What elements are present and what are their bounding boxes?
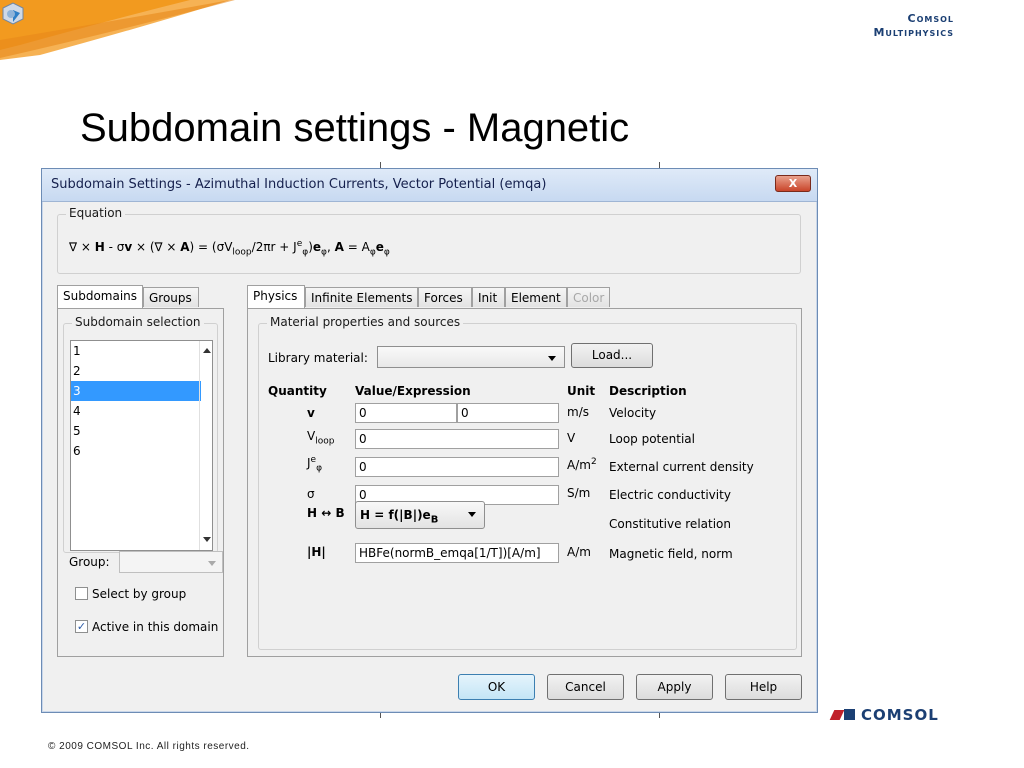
header-description: Description xyxy=(609,384,687,398)
slide-header-band: Comsol Multiphysics xyxy=(0,0,1024,60)
tab-forces[interactable]: Forces xyxy=(418,287,472,307)
desc-velocity: Velocity xyxy=(609,406,657,420)
equation-text: ∇ × H - σv × (∇ × A) = (σVloop/2πr + Jeφ… xyxy=(69,239,390,258)
tab-init[interactable]: Init xyxy=(472,287,505,307)
chevron-down-icon xyxy=(548,356,556,361)
header-swoosh-graphic xyxy=(0,0,235,60)
physics-panel: Material properties and sources Library … xyxy=(247,308,802,657)
scroll-down-icon[interactable] xyxy=(203,537,211,542)
chevron-down-icon xyxy=(468,512,476,517)
unit-velocity: m/s xyxy=(567,405,589,419)
subdomain-settings-dialog: Subdomain Settings - Azimuthal Induction… xyxy=(41,168,818,713)
desc-loop: Loop potential xyxy=(609,432,695,446)
list-item[interactable]: 3 xyxy=(71,381,201,401)
quantity-velocity: v xyxy=(307,406,315,420)
select-by-group-checkbox[interactable] xyxy=(75,587,88,600)
list-scrollbar[interactable] xyxy=(199,341,212,550)
group-label: Group: xyxy=(69,555,110,569)
scroll-up-icon[interactable] xyxy=(203,348,211,353)
dialog-titlebar[interactable]: Subdomain Settings - Azimuthal Induction… xyxy=(42,169,817,202)
load-button[interactable]: Load... xyxy=(571,343,653,368)
quantity-loop-potential: Vloop xyxy=(307,429,334,446)
desc-constitutive: Constitutive relation xyxy=(609,517,731,531)
library-material-select[interactable] xyxy=(377,346,565,368)
quantity-h-norm: |H| xyxy=(307,545,326,559)
list-item[interactable]: 6 xyxy=(71,441,201,461)
unit-sigma: S/m xyxy=(567,486,591,500)
chevron-down-icon xyxy=(208,561,216,566)
list-item[interactable]: 2 xyxy=(71,361,201,381)
constitutive-relation-select[interactable]: H = f(|B|)eB xyxy=(355,501,485,529)
list-item[interactable]: 1 xyxy=(71,341,201,361)
quantity-external-sub: φ xyxy=(316,463,323,474)
quantity-sigma: σ xyxy=(307,487,315,501)
logo-red-mark-icon xyxy=(829,710,845,720)
help-button[interactable]: Help xyxy=(725,674,802,700)
unit-external: A/m2 xyxy=(567,457,597,472)
velocity-r-input[interactable]: 0 xyxy=(355,403,457,423)
tab-infinite-elements[interactable]: Infinite Elements xyxy=(305,287,418,307)
quantity-loop-symbol: V xyxy=(307,429,316,443)
tab-color: Color xyxy=(567,287,610,307)
quantity-loop-sub: loop xyxy=(315,436,335,447)
active-in-domain-checkbox[interactable]: ✓ xyxy=(75,620,88,633)
equation-group: Equation ∇ × H - σv × (∇ × A) = (σVloop/… xyxy=(57,206,801,274)
select-by-group-label: Select by group xyxy=(92,587,187,601)
desc-external: External current density xyxy=(609,460,754,474)
quantity-constitutive: H ↔ B xyxy=(307,506,345,520)
active-in-domain-row[interactable]: ✓ Active in this domain xyxy=(75,620,218,634)
desc-sigma: Electric conductivity xyxy=(609,488,731,502)
constitutive-value: H = f(|B|)e xyxy=(360,508,431,522)
header-value: Value/Expression xyxy=(355,384,471,398)
header-quantity: Quantity xyxy=(268,384,327,398)
footer-comsol-logo: COMSOL xyxy=(829,706,939,724)
material-properties-label: Material properties and sources xyxy=(267,315,464,329)
close-button[interactable]: X xyxy=(775,175,811,192)
unit-external-base: A/m xyxy=(567,458,591,472)
unit-loop: V xyxy=(567,431,576,445)
loop-potential-input[interactable]: 0 xyxy=(355,429,559,449)
unit-external-sup: 2 xyxy=(590,457,597,467)
comsol-multiphysics-logo: Comsol Multiphysics xyxy=(873,12,954,39)
logo-blue-mark-icon xyxy=(844,709,855,720)
constitutive-value-sub: B xyxy=(430,514,439,526)
subdomains-panel: Subdomain selection 1 2 3 4 5 6 Group: S… xyxy=(57,308,224,657)
tab-groups[interactable]: Groups xyxy=(143,287,199,307)
subdomain-list[interactable]: 1 2 3 4 5 6 xyxy=(70,340,213,551)
quantity-external-current: Jeφ xyxy=(307,455,322,473)
active-in-domain-label: Active in this domain xyxy=(92,620,219,634)
velocity-z-input[interactable]: 0 xyxy=(457,403,559,423)
cancel-button[interactable]: Cancel xyxy=(547,674,624,700)
header-unit: Unit xyxy=(567,384,596,398)
subdomain-selection-label: Subdomain selection xyxy=(72,315,204,329)
desc-h-norm: Magnetic field, norm xyxy=(609,547,733,561)
select-by-group-row[interactable]: Select by group xyxy=(75,587,186,601)
list-item[interactable]: 5 xyxy=(71,421,201,441)
ok-button[interactable]: OK xyxy=(458,674,535,700)
library-material-label: Library material: xyxy=(268,351,368,365)
tab-subdomains[interactable]: Subdomains xyxy=(57,285,143,308)
footer-logo-text: COMSOL xyxy=(861,706,939,724)
apply-button[interactable]: Apply xyxy=(636,674,713,700)
close-icon: X xyxy=(788,177,798,190)
external-current-input[interactable]: 0 xyxy=(355,457,559,477)
footer-copyright: © 2009 COMSOL Inc. All rights reserved. xyxy=(48,741,250,752)
subdomain-selection-group: Subdomain selection 1 2 3 4 5 6 xyxy=(63,315,218,553)
brand-line-1: Comsol xyxy=(907,12,954,25)
unit-h-norm: A/m xyxy=(567,545,591,559)
comsol-cube-icon xyxy=(2,2,24,25)
slide-title: Subdomain settings - Magnetic xyxy=(80,106,630,150)
brand-line-2: Multiphysics xyxy=(873,26,954,39)
material-properties-group: Material properties and sources Library … xyxy=(258,315,797,650)
tab-physics[interactable]: Physics xyxy=(247,285,305,308)
group-select[interactable] xyxy=(119,551,223,573)
equation-group-label: Equation xyxy=(66,206,126,220)
tab-element[interactable]: Element xyxy=(505,287,567,307)
dialog-title: Subdomain Settings - Azimuthal Induction… xyxy=(51,177,547,192)
h-norm-input[interactable]: HBFe(normB_emqa[1/T])[A/m] xyxy=(355,543,559,563)
list-item[interactable]: 4 xyxy=(71,401,201,421)
